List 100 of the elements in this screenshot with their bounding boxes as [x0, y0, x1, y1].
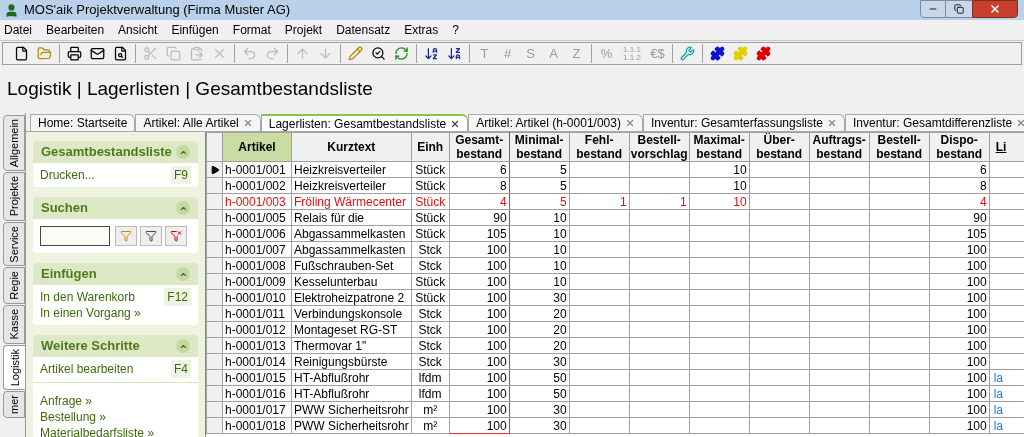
table-cell: 10 [733, 194, 747, 209]
table-cell: Verbindungskonsole [294, 306, 403, 321]
minimize-button[interactable] [920, 0, 946, 18]
table-cell: 10 [553, 242, 567, 257]
table-cell: 105 [966, 226, 987, 241]
table-cell: Fußschrauben-Set [294, 258, 394, 273]
table-cell: h-0001/009 [225, 274, 286, 289]
column-header[interactable]: Bestell- vorschlag [629, 132, 690, 162]
filter-button[interactable] [115, 226, 137, 246]
table-cell: la [993, 402, 1004, 417]
table-cell: 100 [966, 354, 987, 369]
table-cell: HT-Abflußrohr [294, 370, 370, 385]
panel-link[interactable]: In einen Vorgang » [40, 304, 141, 322]
close-icon[interactable] [450, 118, 461, 129]
table-cell: Heizkreisverteiler [294, 162, 387, 177]
document-tab[interactable]: Lagerlisten: Gesamtbestandsliste [260, 114, 469, 131]
table-cell: 30 [553, 354, 567, 369]
table-cell: Abgassammelkasten [294, 226, 406, 241]
document-tab[interactable]: Artikel: Alle Artikel [135, 114, 261, 131]
menu-item[interactable]: Einfügen [171, 21, 219, 39]
table-cell: 100 [966, 258, 987, 273]
panel-link[interactable]: In den Warenkorb [40, 288, 135, 306]
table-cell: 100 [486, 306, 507, 321]
collapse-icon[interactable] [176, 201, 190, 215]
menu-item[interactable]: Ansicht [118, 21, 158, 39]
document-tab[interactable]: Home: Startseite [30, 114, 136, 131]
column-header[interactable]: Gesamt- bestand [449, 132, 510, 162]
column-header[interactable]: Minimal- bestand [509, 132, 570, 162]
panel-header[interactable]: Gesamtbestandsliste [33, 141, 198, 163]
document-tab[interactable]: Inventur: Gesamterfassungsliste [642, 114, 845, 131]
menu-item[interactable]: Bearbeiten [46, 21, 105, 39]
side-tab[interactable]: Regie [3, 267, 25, 305]
column-header[interactable]: Auftrags- bestand [809, 132, 870, 162]
column-header[interactable]: Bestell- bestand [869, 132, 930, 162]
menu-item[interactable]: ? [452, 21, 459, 39]
document-tab[interactable]: Inventur: Gesamtdifferenzliste [845, 114, 1024, 131]
refresh-icon [394, 46, 409, 61]
menu-item[interactable]: Extras [404, 21, 439, 39]
puzzle-icon [733, 46, 748, 61]
table-cell: Stück [415, 274, 446, 289]
restore-button[interactable] [946, 0, 972, 18]
table-cell: lfdm [418, 370, 442, 385]
menu-item[interactable]: Projekt [284, 21, 323, 39]
table-cell: 100 [966, 386, 987, 401]
side-tab[interactable]: Service [3, 221, 25, 267]
column-header[interactable]: Fehl- bestand [569, 132, 630, 162]
panel-link[interactable]: Bestellung » [40, 410, 107, 424]
collapse-icon[interactable] [176, 145, 190, 159]
table-cell: h-0001/005 [225, 210, 286, 225]
search-field[interactable] [40, 226, 110, 246]
table-cell: 1 [620, 194, 627, 209]
column-header[interactable]: Dispo- bestand [929, 132, 990, 162]
close-button[interactable] [972, 0, 1018, 18]
table-cell: Fröling Wärmecenter [294, 194, 407, 209]
table-cell: la [993, 418, 1004, 433]
column-header[interactable]: Über- bestand [749, 132, 810, 162]
column-header[interactable]: Li [989, 132, 1024, 162]
column-header[interactable]: Einh [411, 132, 450, 162]
panel-link[interactable]: Anfrage » [40, 394, 93, 408]
column-header[interactable]: Maximal- bestand [689, 132, 750, 162]
table-cell: h-0001/008 [225, 258, 286, 273]
side-tab[interactable]: mer [3, 391, 25, 418]
panel-link[interactable]: Materialbedarfsliste » [40, 426, 155, 437]
side-tab[interactable]: Allgemein [3, 115, 25, 172]
panel-link[interactable]: Artikel bearbeiten [40, 360, 134, 378]
menu-item[interactable]: Format [232, 21, 271, 39]
table-cell: Stck [418, 258, 442, 273]
menu-item[interactable]: Datei [4, 21, 32, 39]
table-cell: 100 [966, 290, 987, 305]
menu-item[interactable]: Datensatz [336, 21, 391, 39]
filter-list-button[interactable] [140, 226, 162, 246]
document-tab[interactable]: Artikel: Artikel (h-0001/003) [468, 114, 643, 131]
side-tab[interactable]: Logistik [3, 344, 25, 390]
sort-descending-icon [447, 46, 462, 61]
panel-header[interactable]: Einfügen [33, 263, 198, 285]
table-cell: 8 [500, 178, 507, 193]
table-cell: HT-Abflußrohr [294, 386, 370, 401]
column-header[interactable]: Kurztext [291, 132, 412, 162]
panel-title: Gesamtbestandsliste [41, 143, 172, 162]
column-header[interactable]: Artikel [222, 132, 292, 162]
table-cell: 4 [500, 194, 507, 209]
clear-filter-button[interactable] [165, 226, 187, 246]
side-tab[interactable]: Projekte [3, 172, 25, 221]
envelope-icon [90, 46, 105, 61]
table-cell: Kesselunterbau [294, 274, 378, 289]
table-cell: Reinigungsbürste [294, 354, 388, 369]
file-icon [14, 46, 29, 61]
side-tab[interactable]: Kasse [3, 305, 25, 344]
table-cell: 100 [966, 274, 987, 289]
table-cell: Stck [418, 306, 442, 321]
zoom-icon [371, 46, 386, 61]
panel-link[interactable]: Drucken... [40, 166, 95, 184]
current-row-icon [209, 164, 220, 175]
panel-header[interactable]: Weitere Schritte [33, 335, 198, 357]
collapse-icon[interactable] [176, 339, 190, 353]
collapse-icon[interactable] [176, 267, 190, 281]
shortcut-key: F9 [171, 166, 191, 184]
pencil-icon [348, 46, 363, 61]
panel-header[interactable]: Suchen [33, 197, 198, 219]
table-cell: Stück [415, 290, 446, 305]
